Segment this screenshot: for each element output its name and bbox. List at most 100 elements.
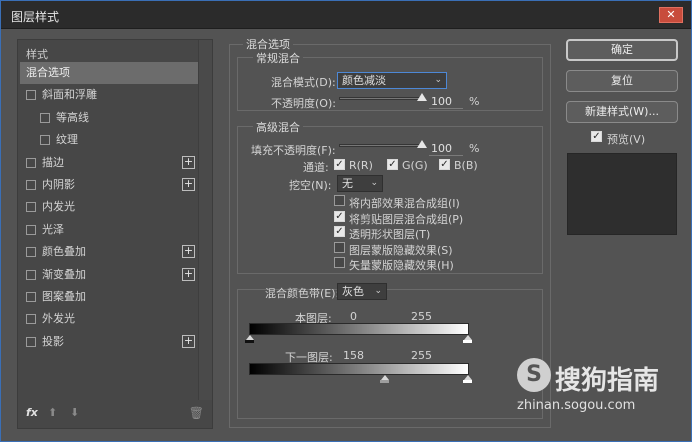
channel-g-checkbox[interactable]: ✓ <box>387 159 398 170</box>
add-effect-icon[interactable]: + <box>182 267 195 281</box>
underlying-low-handle[interactable] <box>380 375 389 383</box>
close-button[interactable]: ✕ <box>659 7 683 23</box>
style-item[interactable]: 混合选项 <box>20 62 200 84</box>
opacity-input[interactable]: 100 <box>429 95 463 109</box>
style-item-checkbox[interactable] <box>26 224 36 235</box>
this-layer-gradient <box>249 323 469 335</box>
style-item[interactable]: 渐变叠加 + <box>20 264 200 286</box>
styles-scrollbar[interactable] <box>198 40 212 400</box>
style-item[interactable]: 外发光 <box>20 308 200 330</box>
add-effect-icon[interactable]: + <box>182 178 195 191</box>
general-blending-title: 常规混合 <box>253 50 303 66</box>
this-layer-low-handle[interactable] <box>245 335 254 343</box>
advanced-blending-title: 高级混合 <box>253 119 303 135</box>
blend-mode-label: 混合模式(D): <box>271 76 336 89</box>
preview-checkbox[interactable]: ✓ <box>591 131 602 142</box>
advanced-option-label: 图层蒙版隐藏效果(S) <box>349 243 453 257</box>
knockout-select[interactable]: 无 ⌄ <box>337 175 383 192</box>
ok-button[interactable]: 确定 <box>566 39 678 61</box>
channel-g-label: G(G) <box>402 159 428 172</box>
fill-opacity-input[interactable]: 100 <box>429 142 463 156</box>
blend-if-select[interactable]: 灰色 ⌄ <box>337 283 387 300</box>
style-item-label: 光泽 <box>42 222 64 236</box>
advanced-option-checkbox[interactable]: ✓ <box>334 210 345 222</box>
chevron-down-icon: ⌄ <box>374 286 382 296</box>
style-item-label: 混合选项 <box>26 66 70 79</box>
channel-r-checkbox[interactable]: ✓ <box>334 159 345 170</box>
style-item-label: 图案叠加 <box>42 290 86 303</box>
add-effect-icon[interactable]: + <box>182 245 195 259</box>
underlying-layer-gradient <box>249 363 469 375</box>
fill-opacity-unit: % <box>469 142 480 155</box>
style-item-checkbox[interactable] <box>40 135 50 146</box>
style-item[interactable]: 等高线 <box>20 107 200 129</box>
blend-mode-value: 颜色减淡 <box>342 74 386 87</box>
fill-opacity-label: 填充不透明度(F): <box>251 144 336 157</box>
blend-if-group <box>237 289 543 419</box>
style-item-checkbox[interactable] <box>26 90 36 101</box>
style-item-label: 描边 <box>42 155 64 169</box>
fill-opacity-slider-fill <box>340 145 422 146</box>
this-layer-low-value: 0 <box>350 310 357 323</box>
style-item-label: 外发光 <box>42 312 75 326</box>
opacity-slider-fill <box>340 98 422 99</box>
fill-opacity-slider[interactable] <box>339 140 427 148</box>
advanced-option-checkbox[interactable] <box>334 195 345 206</box>
reset-button[interactable]: 复位 <box>566 70 678 92</box>
style-item-label: 颜色叠加 <box>42 245 86 259</box>
style-item-checkbox[interactable] <box>26 180 36 190</box>
channel-r-label: R(R) <box>349 159 373 172</box>
preview-label: 预览(V) <box>607 133 646 146</box>
style-preview-thumbnail <box>567 153 677 235</box>
style-item-checkbox[interactable] <box>26 269 36 280</box>
style-item[interactable]: 投影 + <box>20 331 200 353</box>
channel-b-checkbox[interactable]: ✓ <box>439 159 450 170</box>
style-item-label: 斜面和浮雕 <box>42 88 97 102</box>
style-item-checkbox[interactable] <box>26 157 36 168</box>
style-item[interactable]: 图案叠加 <box>20 286 200 308</box>
style-item-checkbox[interactable] <box>26 247 36 258</box>
style-item-checkbox[interactable] <box>26 292 36 302</box>
style-item[interactable]: 内发光 <box>20 196 200 218</box>
knockout-label: 挖空(N): <box>289 179 332 192</box>
styles-header: 样式 <box>26 48 48 61</box>
trash-icon[interactable]: 🗑 <box>189 406 204 420</box>
style-item[interactable]: 光泽 <box>20 219 200 241</box>
advanced-option-checkbox[interactable]: ✓ <box>334 226 345 237</box>
underlying-low-value: 158 <box>343 349 364 362</box>
advanced-option-label: 矢量蒙版隐藏效果(H) <box>349 259 454 272</box>
opacity-slider-knob[interactable] <box>417 93 427 101</box>
opacity-slider[interactable] <box>339 93 427 101</box>
knockout-value: 无 <box>342 177 353 190</box>
this-layer-high-handle[interactable] <box>463 335 472 343</box>
advanced-option-label: 将剪贴图层混合成组(P) <box>349 212 464 226</box>
style-item[interactable]: 内阴影 + <box>20 174 200 196</box>
style-item[interactable]: 颜色叠加 + <box>20 241 200 263</box>
style-item-checkbox[interactable] <box>26 202 36 213</box>
style-item-checkbox[interactable] <box>26 336 36 347</box>
style-item-checkbox[interactable] <box>26 314 36 325</box>
style-item[interactable]: 斜面和浮雕 <box>20 84 200 106</box>
blend-if-label: 混合颜色带(E): <box>265 287 340 300</box>
blend-mode-select[interactable]: 颜色减淡 ⌄ <box>337 72 447 89</box>
styles-footer: fx ⬆ ⬇ 🗑 <box>18 400 212 428</box>
advanced-option-checkbox[interactable] <box>334 257 345 268</box>
this-layer-high-value: 255 <box>411 310 432 323</box>
new-style-button[interactable]: 新建样式(W)... <box>566 101 678 123</box>
style-item[interactable]: 描边 + <box>20 152 200 174</box>
fill-opacity-slider-knob[interactable] <box>417 140 427 148</box>
chevron-down-icon: ⌄ <box>370 178 378 188</box>
move-up-icon[interactable]: ⬆ <box>48 406 57 419</box>
chevron-down-icon: ⌄ <box>434 75 442 85</box>
fx-menu-button[interactable]: fx <box>26 406 38 419</box>
style-item[interactable]: 纹理 <box>20 129 200 151</box>
add-effect-icon[interactable]: + <box>182 334 195 348</box>
style-item-checkbox[interactable] <box>40 112 50 123</box>
underlying-high-handle[interactable] <box>463 375 472 383</box>
advanced-option-checkbox[interactable] <box>334 241 345 253</box>
watermark-url: zhinan.sogou.com <box>517 398 636 413</box>
channels-label: 通道: <box>303 161 329 174</box>
add-effect-icon[interactable]: + <box>182 155 195 169</box>
move-down-icon[interactable]: ⬇ <box>70 406 79 419</box>
style-item-label: 内发光 <box>42 200 75 214</box>
